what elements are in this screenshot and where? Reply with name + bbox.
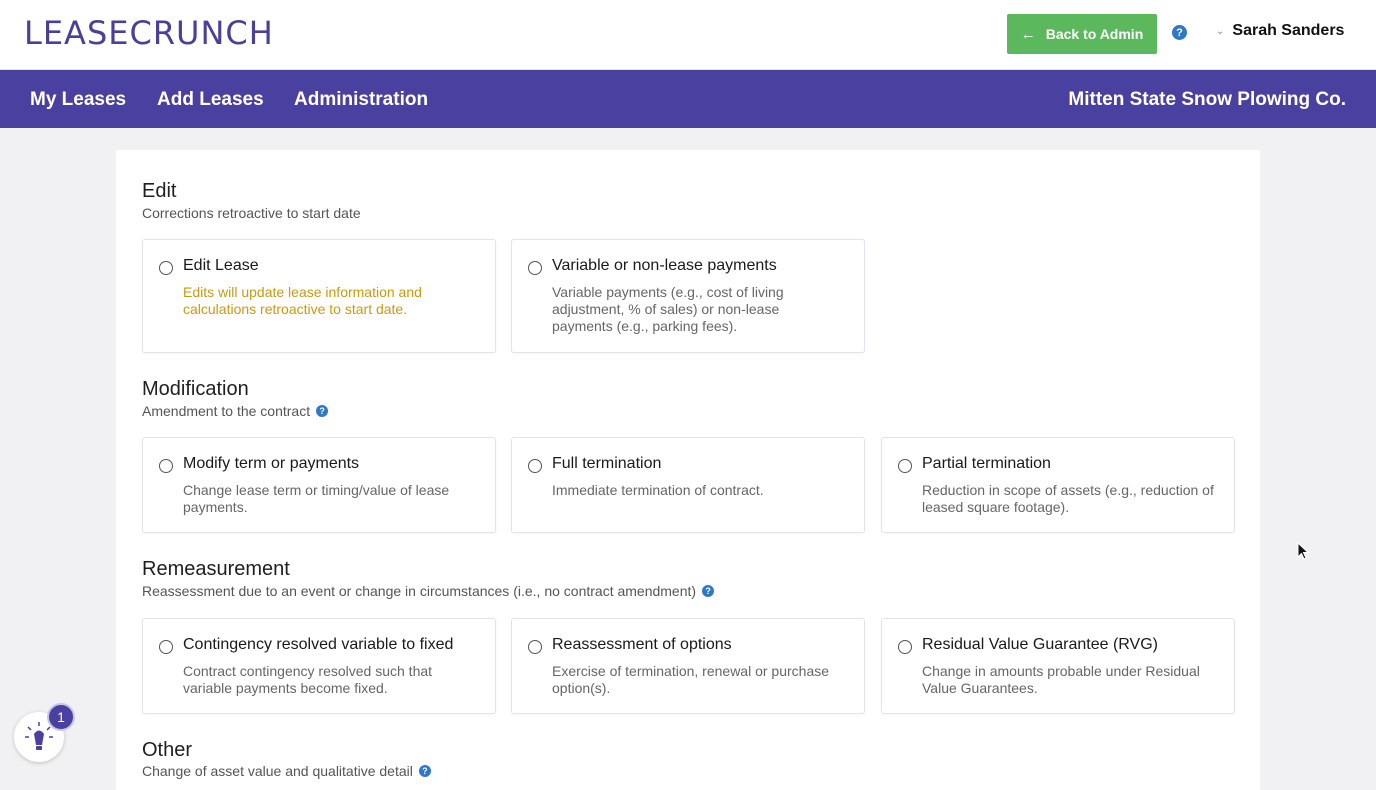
option-title: Contingency resolved variable to fixed bbox=[183, 636, 454, 653]
notification-badge[interactable]: 1 bbox=[47, 703, 75, 731]
option-title: Edit Lease bbox=[183, 257, 259, 274]
option-description: Change lease term or timing/value of lea… bbox=[183, 482, 450, 515]
radio-button[interactable] bbox=[898, 459, 912, 473]
section-title-remeasurement: Remeasurement bbox=[142, 558, 290, 580]
option-description: Exercise of termination, renewal or purc… bbox=[552, 663, 830, 696]
arrow-left-icon: ← bbox=[1020, 25, 1036, 43]
user-menu[interactable]: ⌄ Sarah Sanders bbox=[1216, 22, 1344, 40]
option-title: Residual Value Guarantee (RVG) bbox=[922, 636, 1158, 653]
mouse-cursor-icon bbox=[1297, 542, 1310, 560]
option-edit-lease[interactable]: Edit Lease Edits will update lease infor… bbox=[142, 239, 496, 353]
main-nav: My Leases Add Leases Administration Mitt… bbox=[0, 70, 1376, 128]
user-name: Sarah Sanders bbox=[1232, 22, 1345, 39]
nav-add-leases[interactable]: Add Leases bbox=[157, 89, 264, 111]
nav-my-leases[interactable]: My Leases bbox=[30, 89, 126, 111]
section-subtitle-text: Change of asset value and qualitative de… bbox=[142, 763, 413, 779]
top-header: LEASECRUNCH ← Back to Admin ? ⌄ Sarah Sa… bbox=[0, 0, 1376, 70]
back-to-admin-label: Back to Admin bbox=[1045, 26, 1144, 42]
option-description: Variable payments (e.g., cost of living … bbox=[552, 284, 784, 334]
option-title: Modify term or payments bbox=[183, 455, 360, 472]
question-circle-icon[interactable]: ? bbox=[702, 585, 715, 597]
option-contingency-resolved[interactable]: Contingency resolved variable to fixed C… bbox=[142, 618, 496, 714]
section-subtitle-edit: Corrections retroactive to start date bbox=[142, 205, 361, 221]
leasecrunch-logo[interactable]: LEASECRUNCH bbox=[24, 14, 274, 52]
chevron-down-icon: ⌄ bbox=[1216, 25, 1225, 37]
option-description: Reduction in scope of assets (e.g., redu… bbox=[922, 482, 1214, 515]
question-circle-icon[interactable]: ? bbox=[418, 765, 431, 777]
section-title-other: Other bbox=[142, 739, 193, 761]
option-description: Immediate termination of contract. bbox=[552, 482, 764, 498]
option-reassessment-of-options[interactable]: Reassessment of options Exercise of term… bbox=[511, 618, 865, 714]
section-subtitle-other: Change of asset value and qualitative de… bbox=[142, 763, 431, 779]
section-subtitle-text: Corrections retroactive to start date bbox=[142, 205, 361, 221]
option-description: Change in amounts probable under Residua… bbox=[922, 663, 1200, 696]
section-title-edit: Edit bbox=[142, 180, 177, 202]
section-subtitle-text: Reassessment due to an event or change i… bbox=[142, 583, 697, 599]
radio-button[interactable] bbox=[898, 640, 912, 654]
option-partial-termination[interactable]: Partial termination Reduction in scope o… bbox=[881, 437, 1235, 533]
radio-button[interactable] bbox=[528, 261, 542, 275]
radio-button[interactable] bbox=[159, 261, 173, 275]
section-subtitle-modification: Amendment to the contract ? bbox=[142, 403, 329, 419]
radio-button[interactable] bbox=[528, 459, 542, 473]
option-title: Partial termination bbox=[922, 455, 1051, 472]
question-circle-icon[interactable]: ? bbox=[1172, 25, 1187, 40]
option-description: Edits will update lease information and … bbox=[183, 284, 422, 317]
option-title: Reassessment of options bbox=[552, 636, 732, 653]
option-full-termination[interactable]: Full termination Immediate termination o… bbox=[511, 437, 865, 533]
option-description: Contract contingency resolved such that … bbox=[183, 663, 433, 696]
radio-button[interactable] bbox=[159, 459, 173, 473]
back-to-admin-button[interactable]: ← Back to Admin bbox=[1007, 14, 1157, 54]
question-circle-icon[interactable]: ? bbox=[316, 405, 329, 417]
nav-administration[interactable]: Administration bbox=[294, 89, 428, 111]
section-title-modification: Modification bbox=[142, 378, 249, 400]
section-subtitle-text: Amendment to the contract bbox=[142, 403, 311, 419]
option-variable-payments[interactable]: Variable or non-lease payments Variable … bbox=[511, 239, 865, 353]
radio-button[interactable] bbox=[528, 640, 542, 654]
option-residual-value-guarantee[interactable]: Residual Value Guarantee (RVG) Change in… bbox=[881, 618, 1235, 714]
option-modify-term[interactable]: Modify term or payments Change lease ter… bbox=[142, 437, 496, 533]
section-subtitle-remeasurement: Reassessment due to an event or change i… bbox=[142, 583, 715, 599]
option-title: Variable or non-lease payments bbox=[552, 257, 777, 274]
option-title: Full termination bbox=[552, 455, 662, 472]
radio-button[interactable] bbox=[159, 640, 173, 654]
company-name[interactable]: Mitten State Snow Plowing Co. bbox=[1068, 89, 1346, 111]
